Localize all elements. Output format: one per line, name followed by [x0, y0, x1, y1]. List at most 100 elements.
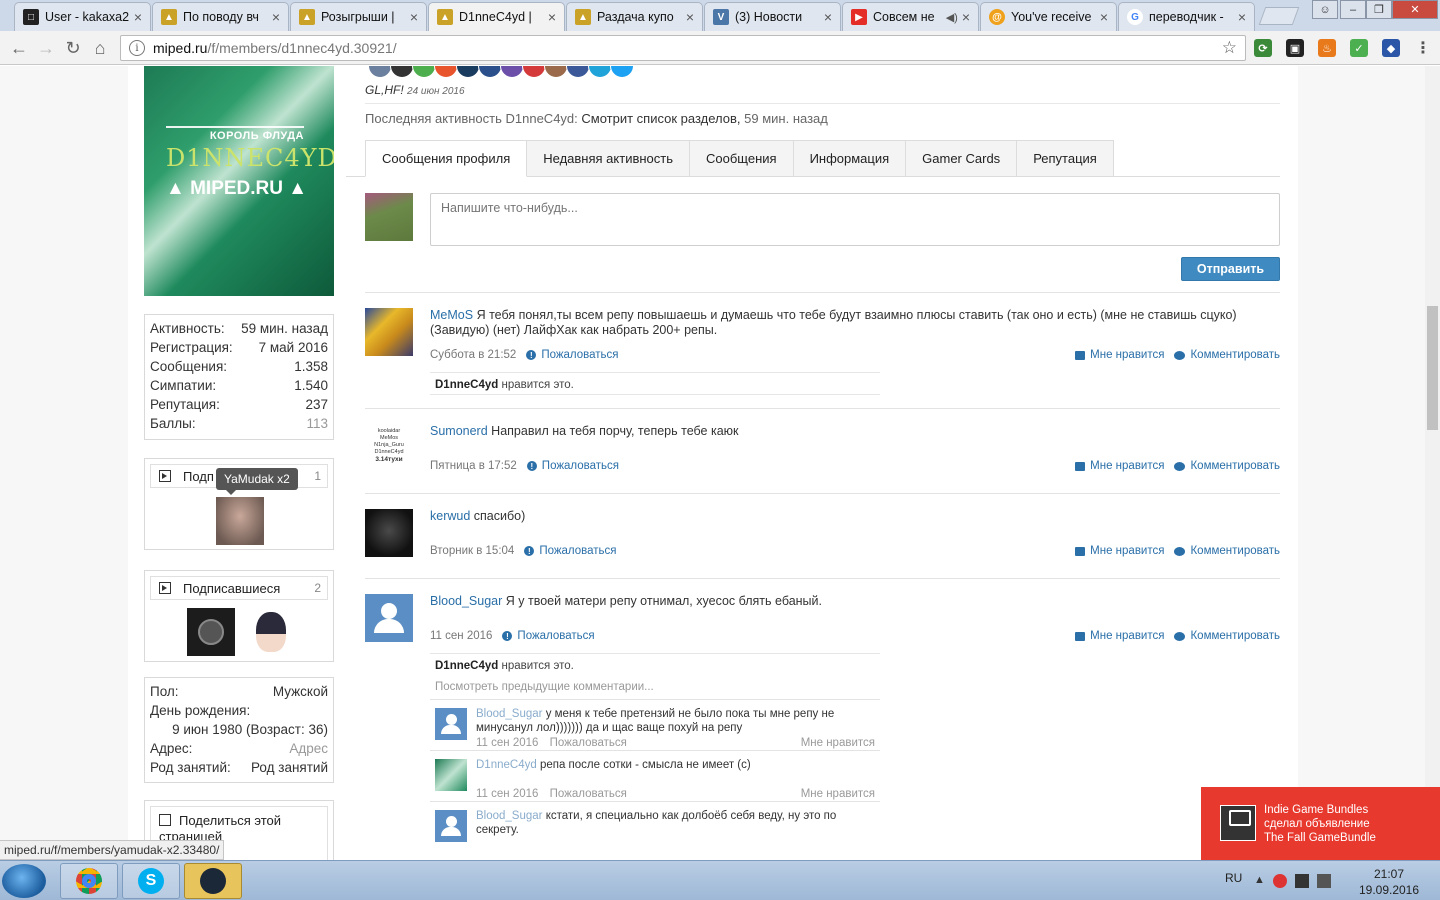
default-avatar-icon[interactable]: [365, 594, 413, 642]
social-icon[interactable]: [588, 66, 612, 78]
social-icon[interactable]: [500, 66, 524, 78]
close-tab-icon[interactable]: ×: [824, 9, 832, 25]
language-indicator[interactable]: RU: [1225, 871, 1242, 885]
menu-icon[interactable]: ⋮: [1414, 39, 1432, 57]
close-tab-icon[interactable]: ×: [548, 9, 556, 25]
home-icon[interactable]: ⌂: [89, 37, 111, 59]
username-link[interactable]: Blood_Sugar: [476, 708, 543, 720]
report-link[interactable]: ! Пожаловаться: [526, 349, 619, 361]
follower-avatar[interactable]: [247, 608, 295, 656]
like-link[interactable]: Мне нравится: [1075, 630, 1164, 642]
address-bar[interactable]: i miped.ru/f/members/d1nnec4yd.30921/ ☆: [120, 35, 1246, 61]
post-time[interactable]: Пятница в 17:52: [430, 460, 517, 472]
browser-tab-3[interactable]: ▲ D1nneC4yd | ×: [428, 2, 565, 31]
view-previous-comments[interactable]: Посмотреть предыдущие комментарии...: [430, 675, 880, 700]
my-avatar[interactable]: [365, 193, 413, 241]
profile-post-input[interactable]: [430, 193, 1280, 246]
social-icon[interactable]: [522, 66, 546, 78]
browser-tab-1[interactable]: ▲ По поводу вч ×: [152, 2, 289, 31]
liker-link[interactable]: D1nneC4yd: [435, 379, 498, 391]
minimize-button[interactable]: –: [1340, 0, 1366, 19]
close-tab-icon[interactable]: ×: [272, 9, 280, 25]
social-icon[interactable]: [478, 66, 502, 78]
post-time[interactable]: Суббота в 21:52: [430, 349, 516, 361]
report-link[interactable]: Пожаловаться: [550, 788, 627, 800]
close-tab-icon[interactable]: ×: [962, 9, 970, 25]
username-link[interactable]: MeMoS: [430, 308, 473, 322]
report-link[interactable]: ! Пожаловаться: [526, 460, 619, 472]
close-tab-icon[interactable]: ×: [134, 9, 142, 25]
close-tab-icon[interactable]: ×: [410, 9, 418, 25]
tab-recent-activity[interactable]: Недавняя активность: [527, 140, 690, 177]
avatar[interactable]: [435, 759, 467, 791]
report-link[interactable]: ! Пожаловаться: [502, 630, 595, 642]
shield-extension-icon[interactable]: ◆: [1382, 39, 1400, 57]
default-avatar-icon[interactable]: [435, 810, 467, 842]
reload-icon[interactable]: ↻: [62, 37, 84, 59]
tab-gamer-cards[interactable]: Gamer Cards: [906, 140, 1018, 177]
shield-extension-icon[interactable]: ✓: [1350, 39, 1368, 57]
send-button[interactable]: Отправить: [1181, 257, 1280, 281]
taskbar-steam[interactable]: [184, 863, 242, 899]
social-icon[interactable]: [456, 66, 480, 78]
avatar[interactable]: koolaidar MeMos N1nja_Guru D1nneC4yd 3.14тух…: [365, 424, 413, 472]
tab-postings[interactable]: Сообщения: [690, 140, 794, 177]
start-button[interactable]: [2, 864, 46, 898]
avatar[interactable]: [365, 509, 413, 557]
username-link[interactable]: Sumonerd: [430, 424, 488, 438]
browser-tab-7[interactable]: @ You've receive ×: [980, 2, 1117, 31]
tab-information[interactable]: Информация: [793, 140, 907, 177]
followers-header[interactable]: Подписавшиеся 2: [150, 576, 328, 600]
comment-link[interactable]: Комментировать: [1164, 349, 1280, 361]
tab-reputation[interactable]: Репутация: [1017, 140, 1114, 177]
social-icon[interactable]: [544, 66, 568, 78]
report-link[interactable]: Пожаловаться: [550, 737, 627, 749]
default-avatar-icon[interactable]: [435, 708, 467, 740]
back-icon[interactable]: ←: [8, 37, 30, 59]
tray-app-icon[interactable]: [1272, 874, 1287, 888]
taskbar-chrome[interactable]: [60, 863, 118, 899]
tab-profile-posts[interactable]: Сообщения профиля: [365, 140, 528, 177]
close-tab-icon[interactable]: ×: [686, 9, 694, 25]
new-tab-button[interactable]: [1258, 7, 1300, 25]
stat-row[interactable]: Сообщения: 1.358: [150, 359, 328, 378]
scrollbar-thumb[interactable]: [1427, 306, 1438, 430]
like-link[interactable]: Мне нравится: [801, 788, 875, 800]
social-icon[interactable]: [412, 66, 436, 78]
post-time[interactable]: Вторник в 15:04: [430, 545, 514, 557]
tray-network-icon[interactable]: [1294, 874, 1309, 888]
like-link[interactable]: Мне нравится: [1075, 349, 1164, 361]
tray-volume-icon[interactable]: [1316, 874, 1331, 888]
browser-tab-0[interactable]: □ User - kakaxa2 ×: [14, 2, 151, 31]
tray-arrow-icon[interactable]: ▲: [1254, 874, 1265, 888]
close-tab-icon[interactable]: ×: [1238, 9, 1246, 25]
extension-icon[interactable]: ⟳: [1254, 39, 1272, 57]
social-icon[interactable]: [434, 66, 458, 78]
browser-tab-5[interactable]: V (3) Новости ×: [704, 2, 841, 31]
username-link[interactable]: kerwud: [430, 509, 470, 523]
browser-tab-4[interactable]: ▲ Раздача купо ×: [566, 2, 703, 31]
last-activity-text[interactable]: Смотрит список разделов,: [581, 111, 740, 126]
username-link[interactable]: D1nneC4yd: [476, 759, 537, 771]
scrollbar[interactable]: [1425, 66, 1440, 860]
browser-tab-6[interactable]: ▶ Совсем не ◀) ×: [842, 2, 979, 31]
following-avatar[interactable]: [216, 497, 264, 545]
stat-row[interactable]: Репутация: 237: [150, 397, 328, 416]
social-icon[interactable]: [390, 66, 414, 78]
like-link[interactable]: Мне нравится: [1075, 545, 1164, 557]
taskbar-skype[interactable]: S: [122, 863, 180, 899]
close-window-button[interactable]: ✕: [1392, 0, 1438, 19]
restore-button[interactable]: ❐: [1366, 0, 1392, 19]
browser-tab-2[interactable]: ▲ Розыгрыши | ×: [290, 2, 427, 31]
liker-link[interactable]: D1nneC4yd: [435, 660, 498, 672]
fire-extension-icon[interactable]: ♨: [1318, 39, 1336, 57]
username-link[interactable]: Blood_Sugar: [476, 810, 543, 822]
close-tab-icon[interactable]: ×: [1100, 9, 1108, 25]
social-icon[interactable]: [566, 66, 590, 78]
notification-toast[interactable]: Indie Game Bundles сделал объявление The…: [1201, 787, 1440, 860]
post-time[interactable]: 11 сен 2016: [430, 630, 492, 642]
avatar[interactable]: [365, 308, 413, 356]
follower-avatar[interactable]: [187, 608, 235, 656]
social-icon[interactable]: [368, 66, 392, 78]
like-link[interactable]: Мне нравится: [1075, 460, 1164, 472]
